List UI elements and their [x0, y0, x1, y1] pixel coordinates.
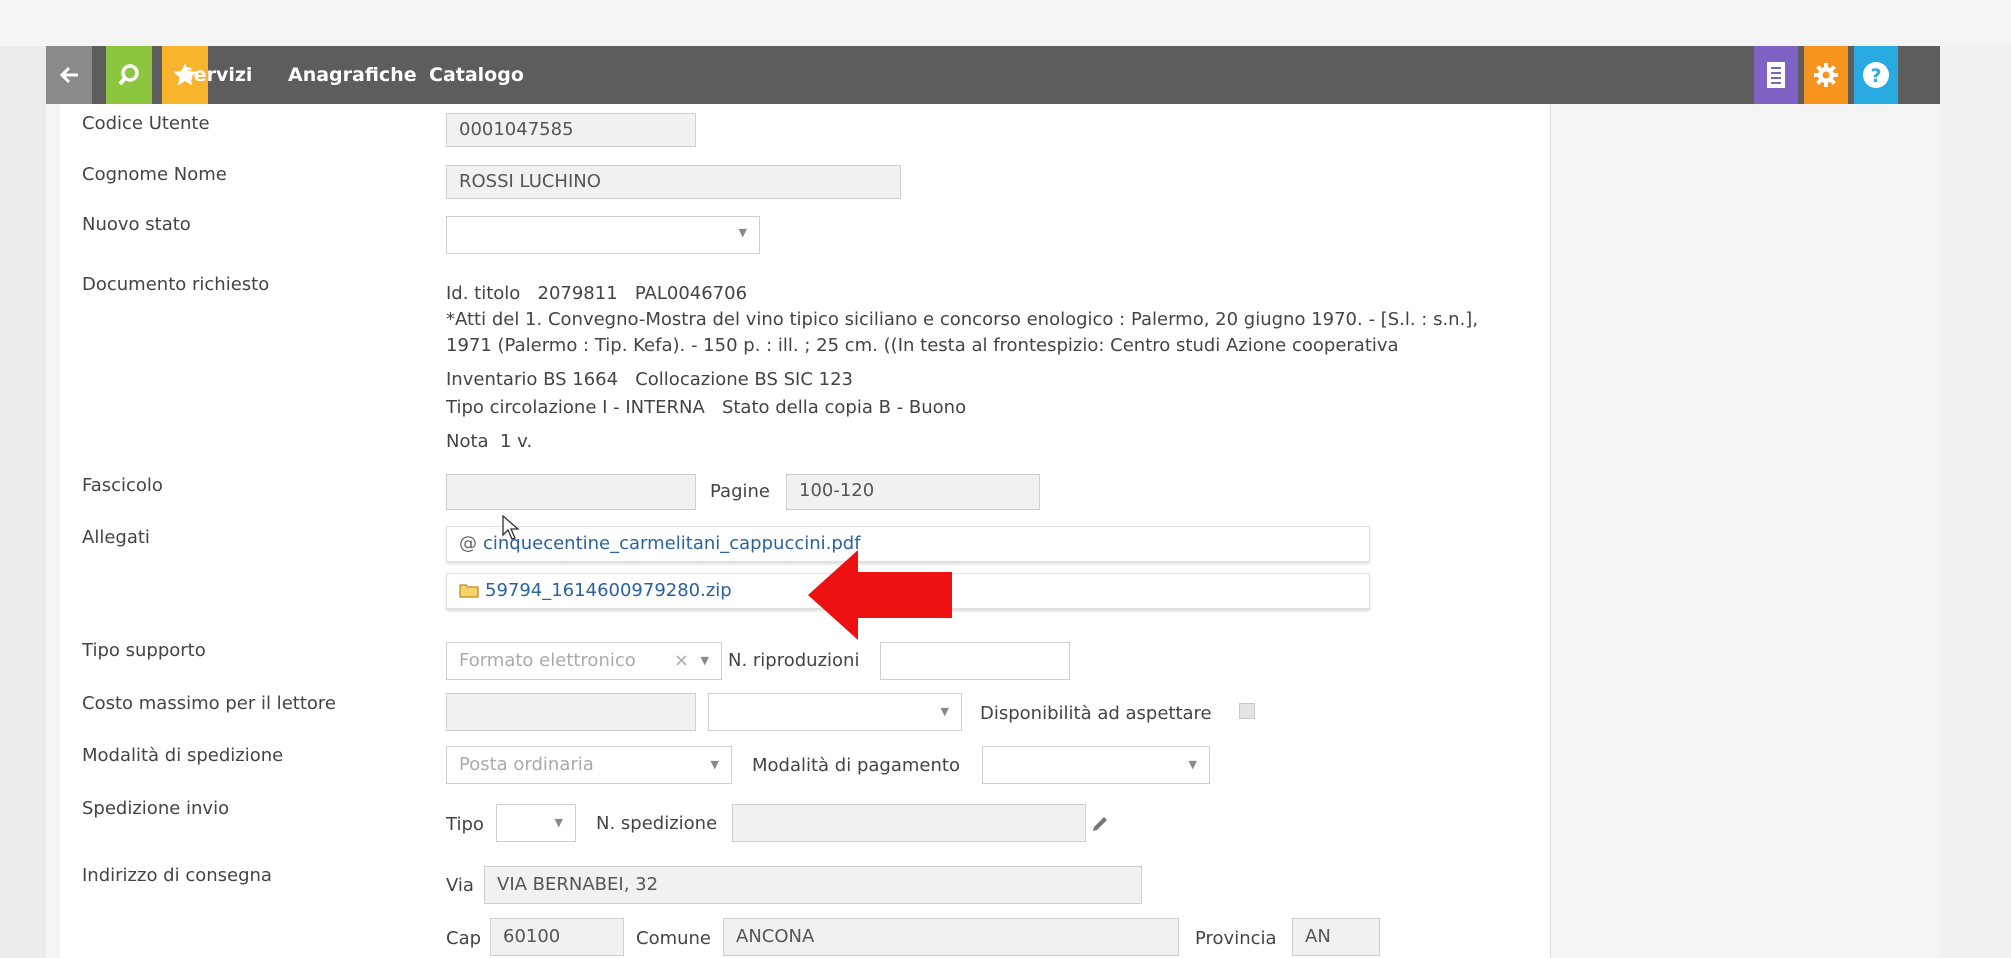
cap-field[interactable]: 60100 — [490, 918, 624, 956]
help-icon: ? — [1863, 62, 1889, 88]
provincia-label: Provincia — [1195, 928, 1277, 949]
n-spedizione-field[interactable] — [732, 804, 1086, 842]
chevron-down-icon: ▼ — [700, 654, 709, 667]
attachment-pdf-name: cinquecentine_carmelitani_cappuccini.pdf — [483, 533, 861, 554]
modalita-spedizione-label: Modalità di spedizione — [82, 745, 284, 766]
top-margin — [0, 0, 2011, 46]
costo-massimo-field[interactable] — [446, 693, 696, 731]
attachment-zip-name: 59794_1614600979280.zip — [485, 580, 732, 601]
pencil-icon[interactable] — [1090, 814, 1110, 834]
nota-text: Nota 1 v. — [446, 431, 533, 452]
gear-icon — [1814, 63, 1838, 87]
help-button[interactable]: ? — [1854, 46, 1898, 104]
clear-selection-icon[interactable]: × — [674, 643, 689, 679]
search-button[interactable] — [106, 46, 152, 104]
document-description-line2: 1971 (Palermo : Tip. Kefa). - 150 p. : i… — [446, 335, 1399, 356]
documento-richiesto-label: Documento richiesto — [82, 274, 270, 295]
tipo-supporto-select[interactable]: Formato elettronico × ▼ — [446, 642, 722, 680]
right-margin — [1940, 46, 2011, 958]
pagine-label: Pagine — [710, 481, 770, 502]
menu-servizi[interactable]: Servizi — [180, 46, 252, 104]
cap-label: Cap — [446, 928, 482, 949]
spedizione-invio-label: Spedizione invio — [82, 798, 230, 819]
nuovo-stato-select[interactable]: ▼ — [446, 216, 760, 254]
chevron-down-icon: ▼ — [554, 816, 563, 829]
n-riproduzioni-field[interactable] — [880, 642, 1070, 680]
inventario-text: Inventario BS 1664 Collocazione BS SIC 1… — [446, 369, 853, 390]
tipo-select[interactable]: ▼ — [496, 804, 576, 842]
tipo-circolazione-text: Tipo circolazione I - INTERNA Stato dell… — [446, 397, 967, 418]
fascicolo-label: Fascicolo — [82, 475, 163, 496]
back-button[interactable] — [46, 46, 92, 104]
disponibilita-checkbox[interactable] — [1239, 703, 1255, 719]
folder-icon — [459, 584, 479, 598]
left-margin — [0, 46, 46, 958]
menu-catalogo[interactable]: Catalogo — [429, 46, 524, 104]
n-riproduzioni-label: N. riproduzioni — [728, 650, 860, 671]
settings-button[interactable] — [1804, 46, 1848, 104]
modalita-pagamento-select[interactable]: ▼ — [982, 746, 1210, 784]
tipo-supporto-value: Formato elettronico — [459, 650, 636, 671]
pagine-field[interactable]: 100-120 — [786, 474, 1040, 510]
menu-anagrafiche[interactable]: Anagrafiche — [288, 46, 417, 104]
id-titolo-text: Id. titolo 2079811 PAL0046706 — [446, 283, 748, 304]
top-toolbar: Servizi Anagrafiche Catalogo ? — [46, 46, 1940, 104]
search-icon — [118, 64, 139, 86]
modalita-spedizione-value: Posta ordinaria — [459, 754, 594, 775]
chevron-down-icon: ▼ — [1188, 758, 1197, 771]
via-field[interactable]: VIA BERNABEI, 32 — [484, 866, 1142, 904]
chevron-down-icon: ▼ — [710, 758, 719, 771]
codice-utente-label: Codice Utente — [82, 113, 210, 134]
fascicolo-field[interactable] — [446, 474, 696, 510]
codice-utente-field[interactable]: 0001047585 — [446, 113, 696, 147]
svg-text:?: ? — [1870, 65, 1881, 87]
document-icon — [1767, 62, 1785, 88]
tipo-supporto-label: Tipo supporto — [82, 640, 206, 661]
chevron-down-icon: ▼ — [940, 705, 949, 718]
provincia-field[interactable]: AN — [1292, 918, 1380, 956]
currency-select[interactable]: ▼ — [708, 693, 962, 731]
disponibilita-label: Disponibilità ad aspettare — [980, 703, 1212, 724]
allegati-label: Allegati — [82, 527, 150, 548]
right-panel — [1551, 104, 1940, 958]
modalita-pagamento-label: Modalità di pagamento — [752, 755, 960, 776]
back-arrow-icon — [59, 66, 78, 84]
cognome-nome-label: Cognome Nome — [82, 164, 227, 185]
document-description-line1: *Atti del 1. Convegno-Mostra del vino ti… — [446, 309, 1479, 330]
indirizzo-consegna-label: Indirizzo di consegna — [82, 865, 272, 886]
tipo-label: Tipo — [446, 814, 484, 835]
mouse-cursor-icon — [502, 515, 520, 540]
red-arrow-annotation — [808, 550, 952, 640]
comune-label: Comune — [636, 928, 712, 949]
n-spedizione-label: N. spedizione — [596, 813, 718, 834]
attachment-icon: @ — [459, 533, 477, 554]
via-label: Via — [446, 875, 474, 896]
modalita-spedizione-select[interactable]: Posta ordinaria ▼ — [446, 746, 732, 784]
comune-field[interactable]: ANCONA — [723, 918, 1179, 956]
costo-massimo-label: Costo massimo per il lettore — [82, 693, 336, 714]
nuovo-stato-label: Nuovo stato — [82, 214, 191, 235]
cognome-nome-field[interactable]: ROSSI LUCHINO — [446, 165, 901, 199]
chevron-down-icon: ▼ — [738, 226, 747, 239]
document-button[interactable] — [1754, 46, 1798, 104]
